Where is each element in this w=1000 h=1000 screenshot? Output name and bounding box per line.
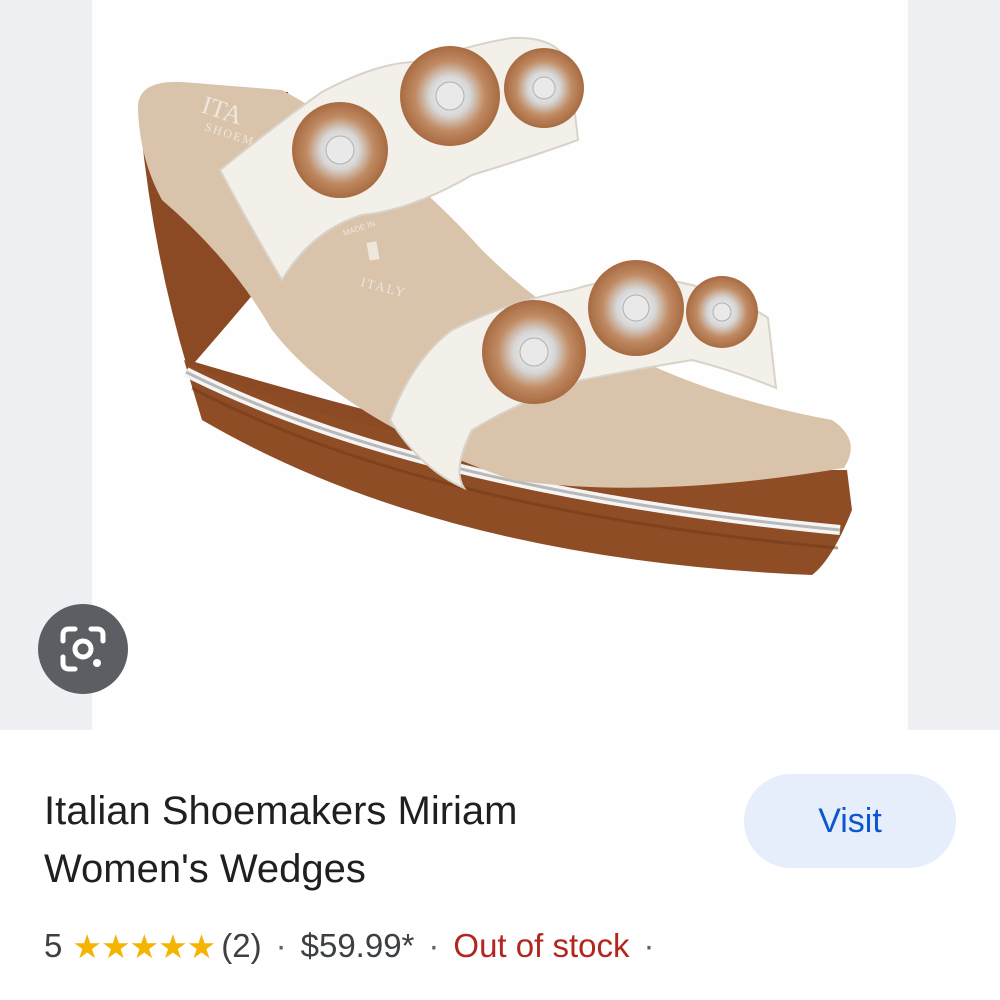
visit-button[interactable]: Visit xyxy=(744,774,956,868)
product-image[interactable]: ITA SHOEM MADE IN ITALY xyxy=(92,0,908,730)
product-title[interactable]: Italian Shoemakers Miriam Women's Wedges xyxy=(44,782,684,898)
product-meta: 5 ★★★★★ (2) · $59.99* · Out of stock · xyxy=(44,924,668,968)
image-panel: ITA SHOEM MADE IN ITALY xyxy=(0,0,1000,730)
product-title-line1: Italian Shoemakers Miriam xyxy=(44,789,518,833)
separator-dot: · xyxy=(643,927,655,964)
rating-value: 5 xyxy=(44,927,63,964)
separator-dot: · xyxy=(275,927,287,964)
stock-status: Out of stock xyxy=(453,927,630,964)
product-info-card: Italian Shoemakers Miriam Women's Wedges… xyxy=(0,730,1000,1000)
price: $59.99* xyxy=(300,927,415,964)
review-count[interactable]: (2) xyxy=(221,927,261,965)
product-title-line2: Women's Wedges xyxy=(44,847,366,891)
separator-dot: · xyxy=(428,927,440,964)
sandal-illustration: ITA SHOEM MADE IN ITALY xyxy=(137,36,852,575)
rating-stars-icon: ★★★★★ xyxy=(72,927,216,965)
google-lens-icon xyxy=(60,626,106,672)
google-lens-button[interactable] xyxy=(38,604,128,694)
